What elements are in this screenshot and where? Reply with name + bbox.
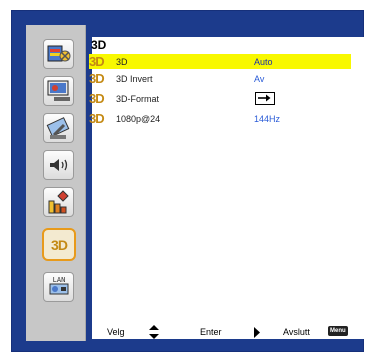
menu-row-label: 3D Invert	[116, 73, 153, 84]
menu-row-3d-format[interactable]: 3D 3D-Format	[89, 91, 351, 106]
menu-row-label: 1080p@24	[116, 113, 161, 124]
screen-settings-icon	[47, 80, 70, 101]
picture-settings-icon	[47, 45, 70, 62]
sidebar-item-3d[interactable]: 3D	[42, 228, 76, 261]
sidebar-item-options[interactable]	[43, 187, 74, 217]
3d-icon: 3D	[89, 71, 105, 86]
volume-icon	[49, 159, 67, 171]
up-down-arrows-icon	[149, 325, 159, 339]
menu-row-value[interactable]: Av	[254, 74, 264, 84]
setup-wrench-icon	[46, 117, 69, 139]
sidebar-item-screen[interactable]	[43, 76, 74, 106]
exit-label: Avslutt	[283, 327, 310, 337]
3d-icon: 3D	[89, 111, 105, 126]
menu-row-3d[interactable]: 3D 3D Auto	[89, 54, 351, 69]
menu-row-label: 3D-Format	[116, 93, 160, 104]
3d-icon: 3D	[51, 236, 68, 253]
menu-key-icon: Menu	[328, 326, 348, 336]
menu-row-label: 3D	[116, 56, 128, 67]
page-title: 3D	[91, 38, 107, 52]
footer-hints: Velg Enter Avslutt Menu	[90, 325, 352, 340]
sidebar-item-picture[interactable]	[43, 39, 74, 69]
menu-row-value[interactable]: 144Hz	[254, 114, 280, 124]
select-label: Velg	[107, 327, 125, 337]
3d-icon: 3D	[89, 54, 105, 69]
sidebar-item-lan[interactable]: LAN	[43, 272, 74, 302]
sidebar: 3D LAN	[26, 25, 86, 341]
enter-label: Enter	[200, 327, 222, 337]
side-by-side-format-icon[interactable]	[255, 92, 275, 105]
sidebar-item-setup[interactable]	[43, 113, 74, 143]
right-arrow-icon	[254, 327, 260, 338]
menu-row-value[interactable]: Auto	[254, 57, 273, 67]
menu-row-1080p24[interactable]: 3D 1080p@24 144Hz	[89, 111, 351, 126]
menu-row-3d-invert[interactable]: 3D 3D Invert Av	[89, 71, 351, 86]
options-icon	[48, 190, 69, 214]
3d-icon: 3D	[89, 91, 105, 106]
svg-text:LAN: LAN	[52, 276, 65, 284]
network-projector-icon: LAN	[49, 276, 68, 295]
sidebar-item-audio[interactable]	[43, 150, 74, 180]
